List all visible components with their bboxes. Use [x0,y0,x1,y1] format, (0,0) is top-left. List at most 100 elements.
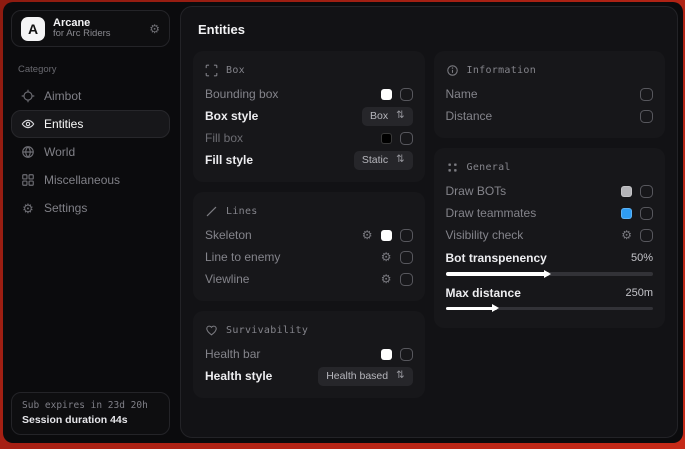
setting-label: Bounding box [205,87,278,101]
color-swatch[interactable] [381,89,392,100]
section-title: Survivability [226,325,308,336]
dropdown-value: Static [362,154,388,166]
setting-label: Draw BOTs [446,184,507,198]
fill-style-dropdown[interactable]: Static ⇅ [354,151,413,170]
dropdown-value: Box [370,110,388,122]
setting-row-skeleton: Skeleton ⚙ [205,224,413,246]
max-distance-slider[interactable] [446,307,654,311]
setting-row-name: Name [446,83,654,105]
color-swatch[interactable] [381,349,392,360]
app-window: A Arcane for Arc Riders ⚙ Category Aimbo… [3,2,683,443]
setting-label: Viewline [205,272,249,286]
line-to-enemy-checkbox[interactable] [400,251,413,264]
sidebar-item-settings[interactable]: ⚙ Settings [11,194,170,222]
diagonal-line-icon [205,205,218,218]
setting-row-distance: Distance [446,105,654,127]
bot-transparency-slider[interactable] [446,272,654,276]
unfold-icon: ⇅ [396,111,404,121]
setting-label: Box style [205,109,258,123]
box-section-header: Box [205,60,413,80]
box-corners-icon [205,64,218,77]
section-title: Lines [226,206,258,217]
health-bar-checkbox[interactable] [400,348,413,361]
box-style-dropdown[interactable]: Box ⇅ [362,107,412,126]
setting-label: Health style [205,369,272,383]
sidebar-item-aimbot[interactable]: Aimbot [11,82,170,110]
viewline-checkbox[interactable] [400,273,413,286]
color-swatch[interactable] [621,186,632,197]
heart-icon [205,324,218,337]
sub-expiry-text: Sub expires in 23d 20h [22,400,159,411]
survivability-section: Survivability Health bar Health style He… [193,311,425,398]
general-section-header: General [446,157,654,177]
setting-label: Draw teammates [446,206,537,220]
lines-section: Lines Skeleton ⚙ Line to enemy ⚙ [193,192,425,301]
draw-bots-checkbox[interactable] [640,185,653,198]
left-column: Box Bounding box Box style Box ⇅ [193,51,425,398]
sidebar-item-label: Aimbot [44,89,81,103]
globe-icon [21,145,35,159]
header-gear-icon[interactable]: ⚙ [149,22,160,36]
eye-icon [21,117,35,131]
setting-row-line-to-enemy: Line to enemy ⚙ [205,246,413,268]
skeleton-checkbox[interactable] [400,229,413,242]
main-panel: Entities Box Bounding box [180,6,678,438]
gear-icon: ⚙ [21,201,35,215]
right-column: Information Name Distance [434,51,666,328]
app-titles: Arcane for Arc Riders [53,17,141,41]
skeleton-config-gear-icon[interactable]: ⚙ [362,229,373,241]
sidebar-item-label: Miscellaneous [44,173,120,187]
sidebar-item-label: World [44,145,75,159]
setting-label: Name [446,87,478,101]
slider-thumb[interactable] [492,304,503,312]
section-title: General [467,162,511,173]
draw-teammates-checkbox[interactable] [640,207,653,220]
color-swatch[interactable] [381,133,392,144]
info-icon [446,64,459,77]
box-section: Box Bounding box Box style Box ⇅ [193,51,425,182]
visibility-config-gear-icon[interactable]: ⚙ [621,229,632,241]
setting-row-visibility-check: Visibility check ⚙ [446,224,654,246]
fill-box-checkbox[interactable] [400,132,413,145]
dots-grid-icon [446,161,459,174]
information-section: Information Name Distance [434,51,666,138]
bounding-box-checkbox[interactable] [400,88,413,101]
line-to-enemy-config-gear-icon[interactable]: ⚙ [381,251,392,263]
color-swatch[interactable] [381,230,392,241]
sidebar-item-entities[interactable]: Entities [11,110,170,138]
sidebar-item-miscellaneous[interactable]: Miscellaneous [11,166,170,194]
grid-icon [21,173,35,187]
setting-row-box-style: Box style Box ⇅ [205,105,413,127]
app-logo: A [21,17,45,41]
information-section-header: Information [446,60,654,80]
slider-thumb[interactable] [544,270,555,278]
setting-label: Bot transpenency [446,251,547,265]
distance-checkbox[interactable] [640,110,653,123]
section-title: Box [226,65,245,76]
survivability-section-header: Survivability [205,320,413,340]
sidebar-item-label: Settings [44,201,87,215]
setting-row-fill-style: Fill style Static ⇅ [205,149,413,171]
sidebar-item-world[interactable]: World [11,138,170,166]
name-checkbox[interactable] [640,88,653,101]
page-title: Entities [198,22,665,37]
setting-label: Fill box [205,131,243,145]
dropdown-value: Health based [326,370,388,382]
app-subtitle: for Arc Riders [53,29,141,40]
setting-label: Skeleton [205,228,252,242]
setting-label: Health bar [205,347,260,361]
viewline-config-gear-icon[interactable]: ⚙ [381,273,392,285]
crosshair-icon [21,89,35,103]
setting-row-health-style: Health style Health based ⇅ [205,365,413,387]
sidebar: A Arcane for Arc Riders ⚙ Category Aimbo… [3,2,178,443]
unfold-icon: ⇅ [396,371,404,381]
setting-row-viewline: Viewline ⚙ [205,268,413,290]
sidebar-item-label: Entities [44,117,83,131]
session-duration-text: Session duration 44s [22,414,159,426]
sidebar-nav: Aimbot Entities World [11,82,170,222]
category-label: Category [18,64,163,75]
visibility-check-checkbox[interactable] [640,229,653,242]
color-swatch[interactable] [621,208,632,219]
setting-label: Distance [446,109,493,123]
health-style-dropdown[interactable]: Health based ⇅ [318,367,412,386]
